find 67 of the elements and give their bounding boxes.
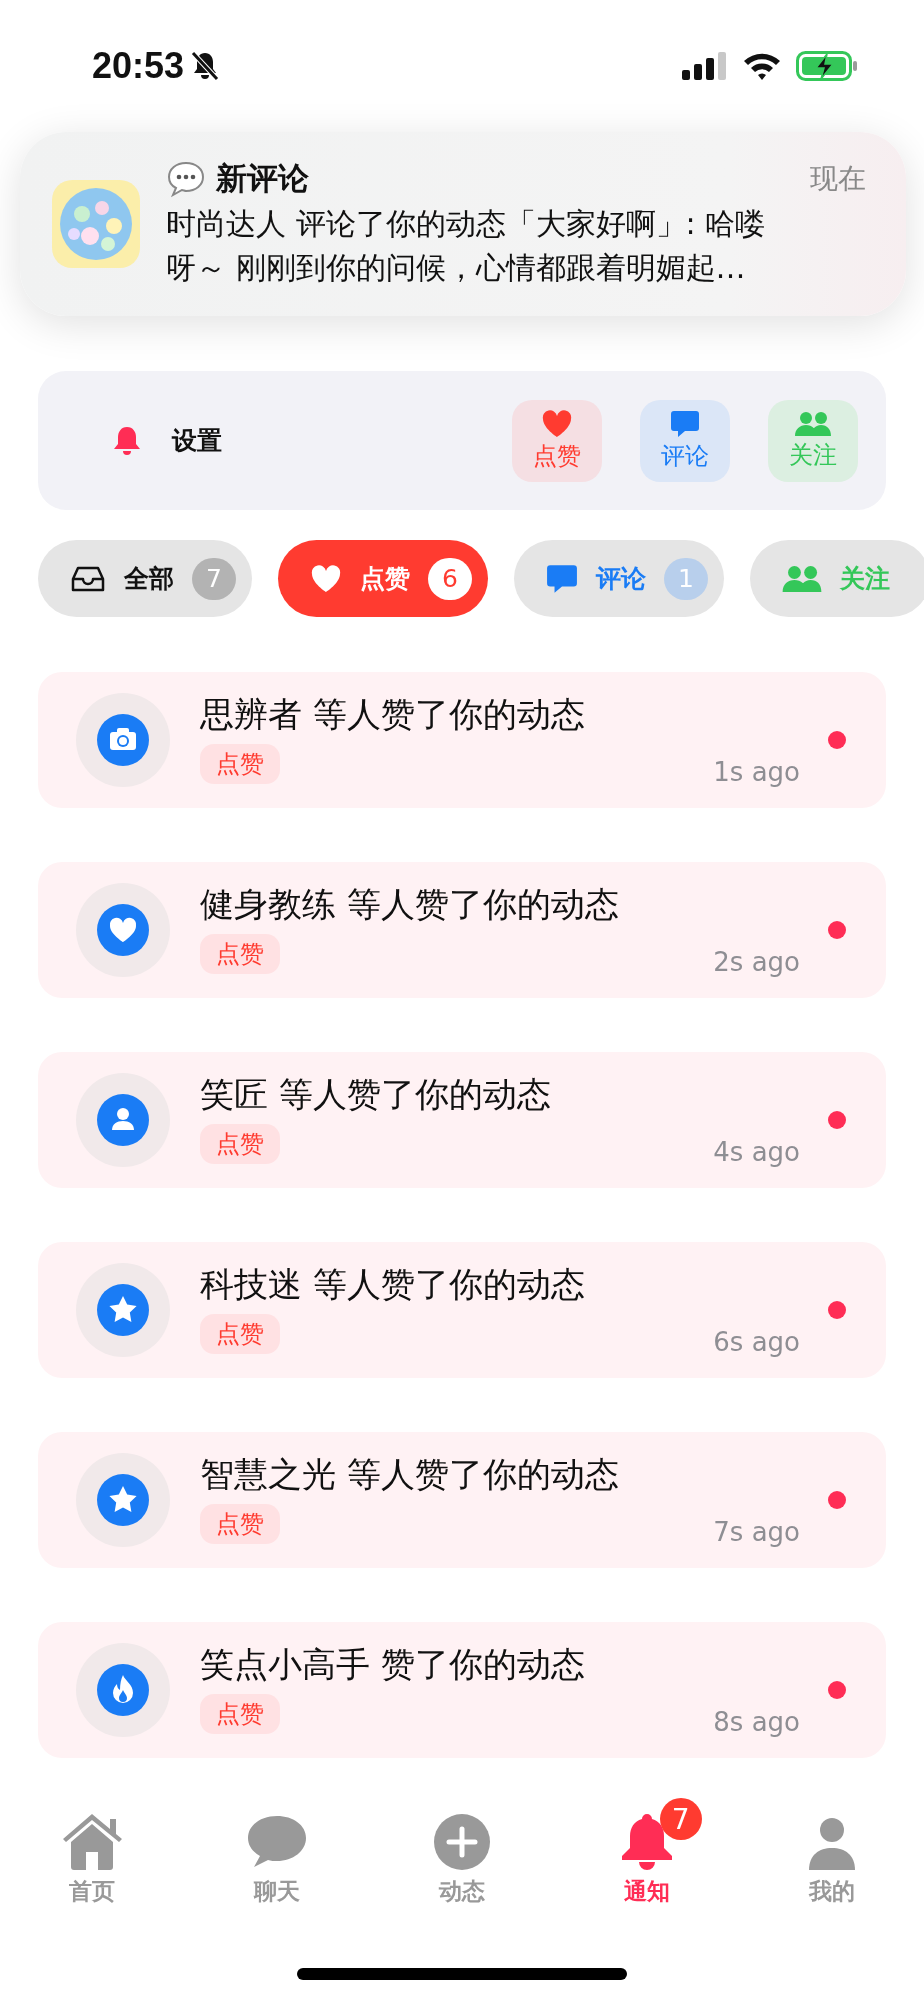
count-badge: 6 [428, 557, 472, 600]
time-label: 6s ago [713, 1327, 800, 1357]
notification-title: 笑匠 等人赞了你的动态 [200, 1073, 552, 1115]
app-icon [52, 180, 140, 268]
notification-title: 健身教练 等人赞了你的动态 [200, 883, 620, 925]
heart-icon [542, 409, 572, 438]
people-icon [795, 410, 831, 437]
camera-icon [97, 714, 149, 766]
shortcut-button[interactable]: 关注 [768, 399, 858, 482]
notification-card[interactable]: 笑匠 等人赞了你的动态 点赞 4s ago [38, 1052, 886, 1188]
tab-bar-item[interactable]: 首页 [0, 1796, 185, 1946]
people-icon [782, 564, 822, 593]
shortcut-button[interactable]: 点赞 [512, 399, 602, 482]
battery-charging-icon [796, 51, 858, 81]
muted-bell-icon [190, 50, 221, 82]
notification-card[interactable]: 健身教练 等人赞了你的动态 点赞 2s ago [38, 862, 886, 998]
tab-bar-item[interactable]: 聊天 [184, 1796, 370, 1946]
comment-icon [546, 563, 578, 594]
tray-icon [70, 564, 106, 593]
notification-title: 笑点小高手 赞了你的动态 [200, 1643, 586, 1685]
time-label: 7s ago [713, 1517, 800, 1547]
person-icon [807, 1818, 856, 1870]
time-label: 4s ago [713, 1137, 800, 1167]
like-tag: 点赞 [200, 1314, 280, 1354]
like-tag: 点赞 [200, 1504, 280, 1544]
status-time: 20:53 [92, 45, 185, 87]
notification-badge: 7 [659, 1798, 702, 1840]
banner-message: 时尚达人 评论了你的动态「大家好啊」: 哈喽呀～ 刚刚到你的问候，心情都跟着明媚起… [166, 205, 767, 287]
notification-title: 科技迷 等人赞了你的动态 [200, 1263, 586, 1305]
notification-card[interactable]: 智慧之光 等人赞了你的动态 点赞 7s ago [38, 1432, 886, 1568]
bell-icon [112, 424, 142, 457]
time-label: 8s ago [713, 1707, 800, 1737]
heart-icon [310, 564, 342, 593]
time-label: 2s ago [713, 947, 800, 977]
tab-bar-item[interactable]: 我的 [739, 1796, 924, 1946]
wifi-icon [742, 51, 782, 81]
like-tag: 点赞 [200, 1694, 280, 1734]
plus-circle-icon [434, 1814, 490, 1870]
filter-tab[interactable]: 点赞 6 [278, 540, 488, 617]
shortcut-button[interactable]: 评论 [640, 399, 730, 482]
time-label: 1s ago [713, 757, 800, 787]
notification-banner[interactable]: 新评论 现在 时尚达人 评论了你的动态「大家好啊」: 哈喽呀～ 刚刚到你的问候，心情都跟着明媚起… [20, 132, 906, 316]
notification-title: 智慧之光 等人赞了你的动态 [200, 1453, 620, 1495]
comment-icon [670, 409, 700, 438]
like-tag: 点赞 [200, 934, 280, 974]
count-badge: 1 [664, 557, 708, 600]
filter-tab[interactable]: 全部 7 [38, 540, 252, 617]
speech-bubble-icon [166, 160, 206, 198]
bell-icon [619, 1812, 674, 1870]
like-tag: 点赞 [200, 744, 280, 784]
person-icon [97, 1094, 149, 1146]
like-tag: 点赞 [200, 1124, 280, 1164]
banner-title: 新评论 [216, 159, 309, 198]
tab-bar-item[interactable]: 7 通知 [554, 1796, 740, 1946]
home-indicator[interactable] [297, 1968, 627, 1980]
notification-card[interactable]: 思辨者 等人赞了你的动态 点赞 1s ago [38, 672, 886, 808]
filter-tab[interactable]: 评论 1 [514, 540, 724, 617]
banner-time: 现在 [810, 161, 866, 197]
settings-label[interactable]: 设置 [172, 424, 222, 457]
count-badge: 7 [192, 557, 236, 600]
notification-title: 思辨者 等人赞了你的动态 [200, 693, 586, 735]
notification-card[interactable]: 笑点小高手 赞了你的动态 点赞 8s ago [38, 1622, 886, 1758]
chat-bubble-icon [246, 1814, 309, 1870]
flame-icon [97, 1664, 149, 1716]
signal-icon [682, 52, 728, 80]
notification-card[interactable]: 科技迷 等人赞了你的动态 点赞 6s ago [38, 1242, 886, 1378]
tab-bar-item[interactable]: 动态 [369, 1796, 555, 1946]
